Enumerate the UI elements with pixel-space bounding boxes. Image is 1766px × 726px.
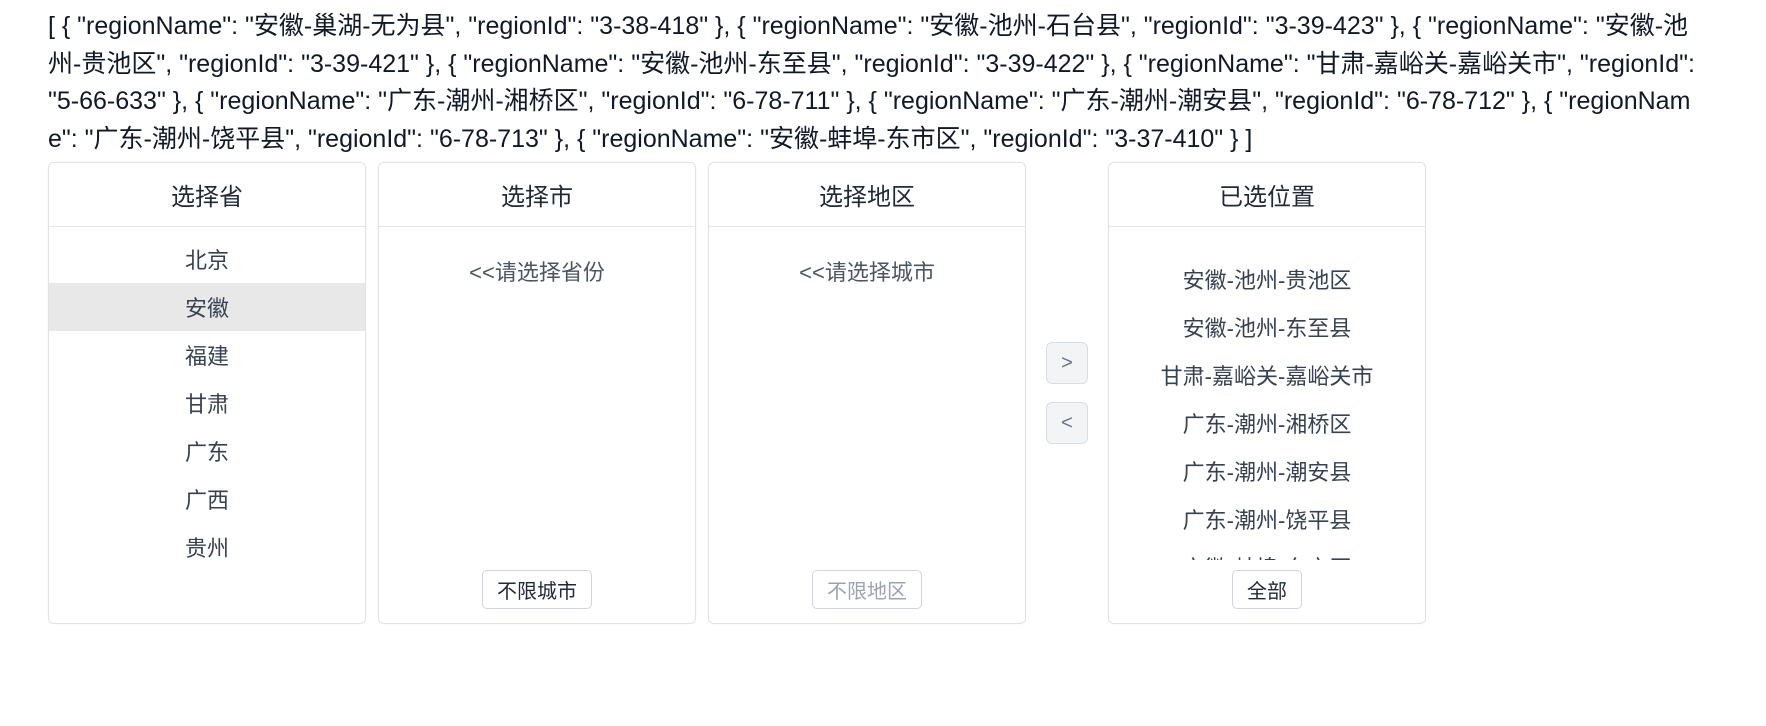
province-item[interactable]: 安徽 [49, 283, 365, 331]
add-selection-button[interactable]: > [1046, 342, 1088, 384]
province-item[interactable]: 广西 [49, 475, 365, 523]
district-placeholder: <<请选择城市 [709, 227, 1025, 560]
selected-item[interactable]: 广东-潮州-饶平县 [1109, 495, 1425, 543]
chevron-left-icon: < [1061, 412, 1073, 435]
selected-item[interactable]: 广东-潮州-潮安县 [1109, 447, 1425, 495]
selected-panel-footer: 全部 [1109, 560, 1425, 623]
selected-item[interactable]: 广东-潮州-湘桥区 [1109, 399, 1425, 447]
province-item[interactable]: 广东 [49, 427, 365, 475]
district-panel: 选择地区 <<请选择城市 不限地区 [708, 162, 1026, 624]
city-panel: 选择市 <<请选择省份 不限城市 [378, 162, 696, 624]
select-all-button[interactable]: 全部 [1232, 570, 1302, 609]
district-panel-footer: 不限地区 [709, 560, 1025, 623]
selected-item[interactable]: 安徽-池州-贵池区 [1109, 255, 1425, 303]
province-panel: 选择省 北京安徽福建甘肃广东广西贵州 [48, 162, 366, 624]
province-panel-title: 选择省 [49, 163, 365, 227]
province-item[interactable]: 贵州 [49, 523, 365, 571]
province-item[interactable]: 北京 [49, 235, 365, 283]
selected-panel: 已选位置 安徽-池州-贵池区安徽-池州-东至县甘肃-嘉峪关-嘉峪关市广东-潮州-… [1108, 162, 1426, 624]
city-placeholder: <<请选择省份 [379, 227, 695, 560]
district-panel-title: 选择地区 [709, 163, 1025, 227]
selected-panel-title: 已选位置 [1109, 163, 1425, 227]
unlimited-city-button[interactable]: 不限城市 [482, 570, 592, 609]
transfer-controls: > < [1038, 162, 1096, 624]
province-list[interactable]: 北京安徽福建甘肃广东广西贵州 [49, 227, 365, 623]
region-selector: 选择省 北京安徽福建甘肃广东广西贵州 选择市 <<请选择省份 不限城市 选择地区… [48, 162, 1718, 624]
chevron-right-icon: > [1061, 352, 1073, 375]
province-item[interactable]: 福建 [49, 331, 365, 379]
city-panel-footer: 不限城市 [379, 560, 695, 623]
city-panel-title: 选择市 [379, 163, 695, 227]
selected-item[interactable]: 甘肃-嘉峪关-嘉峪关市 [1109, 351, 1425, 399]
selected-list[interactable]: 安徽-池州-贵池区安徽-池州-东至县甘肃-嘉峪关-嘉峪关市广东-潮州-湘桥区广东… [1109, 227, 1425, 560]
unlimited-district-button: 不限地区 [812, 570, 922, 609]
remove-selection-button[interactable]: < [1046, 402, 1088, 444]
selected-item[interactable]: 安徽-蚌埠-东市区 [1109, 543, 1425, 560]
province-item[interactable]: 甘肃 [49, 379, 365, 427]
json-dump-text: [ { "regionName": "安徽-巢湖-无为县", "regionId… [48, 8, 1718, 162]
selected-item[interactable]: 安徽-池州-东至县 [1109, 303, 1425, 351]
